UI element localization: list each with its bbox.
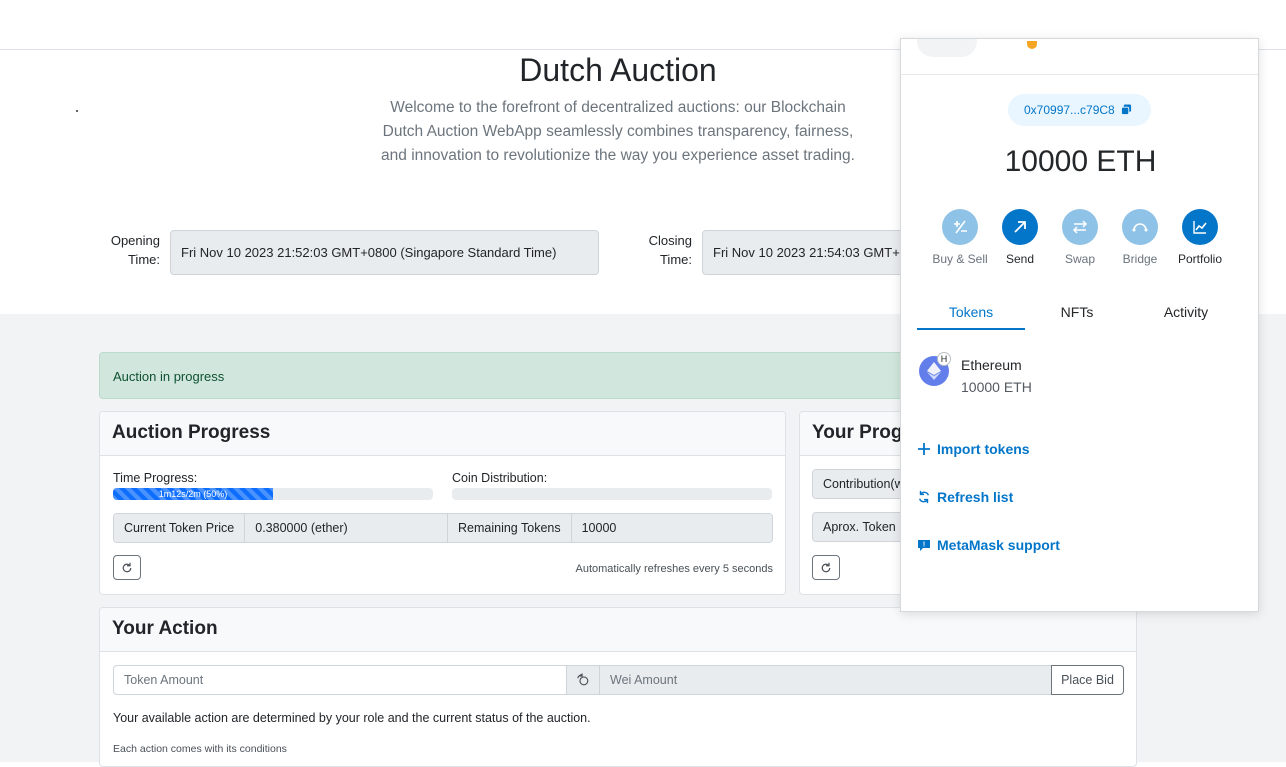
send-button[interactable]: Send [990, 209, 1050, 266]
refresh-icon [821, 562, 831, 572]
opening-time-field: Fri Nov 10 2023 21:52:03 GMT+0800 (Singa… [170, 230, 599, 275]
send-label: Send [1005, 252, 1035, 266]
time-progress-label: Time Progress: [113, 471, 198, 485]
network-badge: H [937, 352, 951, 366]
auction-progress-card: Auction Progress Time Progress: 1m12s/2m… [99, 411, 786, 595]
active-tab-indicator [917, 328, 1025, 330]
copy-icon [1121, 104, 1132, 115]
opening-time-label: Opening Time: [110, 233, 160, 267]
refresh-list-link[interactable]: Refresh list [917, 489, 1013, 505]
page-subtitle: Welcome to the forefront of decentralize… [381, 99, 855, 164]
progress-refresh-button[interactable] [812, 555, 840, 580]
refresh-note: Automatically refreshes every 5 seconds [575, 563, 773, 575]
account-address: 0x70997...c79C8 [1024, 103, 1115, 117]
swap-arrows-icon [1072, 220, 1088, 234]
swap-label: Swap [1064, 252, 1096, 266]
arrow-up-right-icon [1014, 221, 1026, 233]
closing-time-label: Closing Time: [648, 233, 692, 267]
place-bid-button[interactable]: Place Bid [1051, 665, 1124, 695]
coin-distribution-label: Coin Distribution: [452, 471, 548, 485]
auction-progress-title: Auction Progress [100, 412, 785, 456]
metamask-popup: 0x70997...c79C8 10000 ETH Buy & Sell Sen… [900, 38, 1259, 612]
plus-icon [918, 443, 930, 455]
refresh-icon [918, 490, 930, 504]
svg-text:!: ! [923, 542, 925, 549]
metamask-tabs: Tokens NFTs Activity [917, 301, 1244, 331]
import-tokens-label: Import tokens [937, 441, 1030, 457]
token-name: Ethereum [961, 357, 1022, 373]
swap-button[interactable]: Swap [1050, 209, 1110, 266]
account-address-button[interactable]: 0x70997...c79C8 [1008, 94, 1151, 126]
tab-nfts[interactable]: NFTs [1025, 304, 1129, 320]
your-action-title: Your Action [100, 608, 1136, 652]
import-tokens-link[interactable]: Import tokens [917, 441, 1030, 457]
portfolio-button[interactable]: Portfolio [1170, 209, 1230, 266]
account-avatar[interactable] [1027, 41, 1037, 49]
refresh-button[interactable] [113, 555, 141, 580]
network-pill[interactable] [917, 39, 977, 57]
portfolio-label: Portfolio [1177, 252, 1223, 266]
token-amount-input[interactable]: Token Amount [113, 665, 567, 695]
bridge-icon [1132, 223, 1148, 232]
action-info: Your available action are determined by … [113, 711, 591, 725]
metamask-support-link[interactable]: ! MetaMask support [917, 537, 1060, 553]
plus-minus-icon [954, 220, 967, 234]
tab-tokens[interactable]: Tokens [917, 304, 1025, 320]
chart-line-icon [1193, 221, 1207, 234]
price-value: 0.380000 (ether) [245, 514, 448, 542]
approx-token-label: Aprox. Token [813, 513, 907, 541]
token-row-ethereum[interactable]: H Ethereum 10000 ETH [917, 352, 1244, 398]
currency-exchange-icon [577, 673, 589, 686]
coin-distribution-bar [452, 488, 772, 500]
dot-mark [76, 110, 78, 112]
convert-button[interactable] [566, 665, 600, 695]
remaining-group: Remaining Tokens 10000 [447, 513, 773, 543]
bridge-label: Bridge [1122, 252, 1158, 266]
wei-amount-input[interactable]: Wei Amount [599, 665, 1052, 695]
tab-activity[interactable]: Activity [1132, 304, 1240, 320]
refresh-icon [122, 562, 132, 572]
price-label: Current Token Price [114, 514, 246, 542]
time-progress-fill: 1m12s/2m (50%) [113, 488, 273, 500]
time-progress-bar: 1m12s/2m (50%) [113, 488, 433, 500]
account-balance: 10000 ETH [1004, 145, 1157, 178]
metamask-header [901, 39, 1258, 75]
remaining-label: Remaining Tokens [448, 514, 572, 542]
metamask-support-label: MetaMask support [937, 537, 1060, 553]
your-action-card: Your Action Token Amount Wei Amount Plac… [99, 607, 1137, 767]
buy-sell-button[interactable]: Buy & Sell [930, 209, 990, 266]
bridge-button[interactable]: Bridge [1110, 209, 1170, 266]
support-chat-icon: ! [918, 540, 930, 551]
conditions-note: Each action comes with its conditions [113, 743, 287, 755]
refresh-list-label: Refresh list [937, 489, 1014, 505]
price-group: Current Token Price 0.380000 (ether) [113, 513, 448, 543]
token-balance: 10000 ETH [961, 379, 1032, 395]
remaining-value: 10000 [571, 514, 772, 542]
buy-sell-label: Buy & Sell [932, 252, 988, 266]
